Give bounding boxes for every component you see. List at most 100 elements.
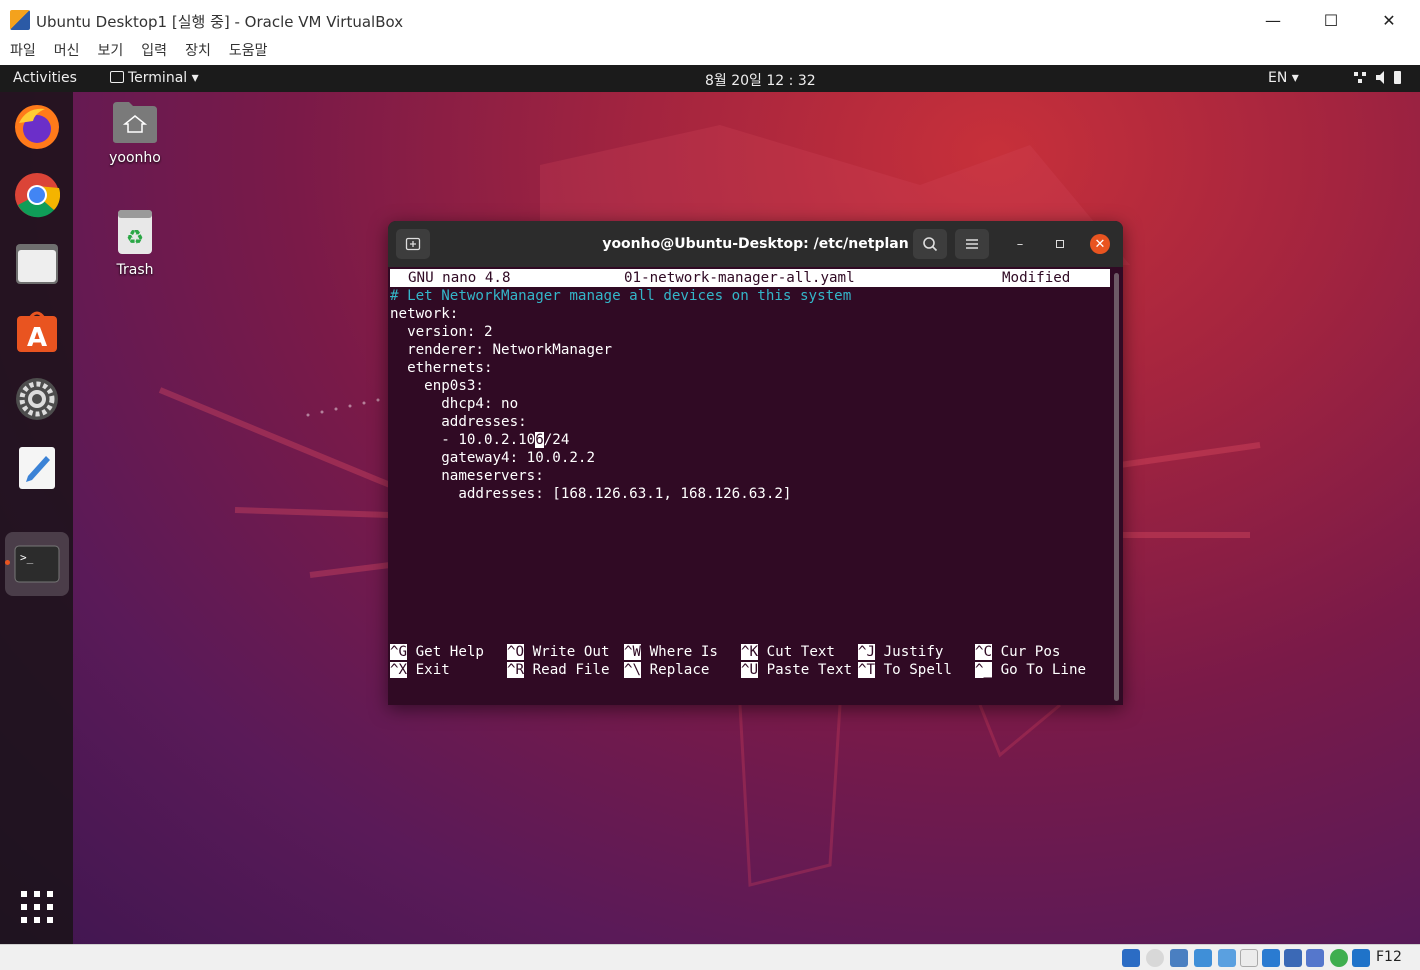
menu-input[interactable]: 입력 (141, 40, 167, 65)
terminal-close-button[interactable]: ✕ (1090, 234, 1110, 254)
menu-file[interactable]: 파일 (10, 40, 36, 65)
file-line: dhcp4: no (390, 396, 519, 412)
shortcut-key: ^_ (975, 662, 993, 678)
shared-folders-icon[interactable] (1240, 949, 1258, 967)
guest-screen[interactable]: Activities Terminal ▾ 8월 20일 12 : 32 EN … (0, 65, 1420, 944)
battery-icon (1394, 71, 1401, 84)
shortcut-label: To Spell (883, 662, 952, 678)
shortcut-key: ^T (858, 662, 876, 678)
hard-disk-icon[interactable] (1122, 949, 1140, 967)
chrome-icon[interactable] (12, 170, 62, 220)
terminal-small-icon (110, 71, 124, 83)
home-folder-icon (113, 102, 157, 143)
minimize-icon: – (1016, 236, 1024, 252)
addr-text: - 10.0.2.10 (390, 432, 536, 448)
host-statusbar: F12 (0, 944, 1420, 970)
svg-text:A: A (27, 323, 47, 353)
close-button[interactable]: ✕ (1360, 0, 1418, 40)
ubuntu-dock: A >_ (0, 92, 73, 944)
shortcut-key: ^O (507, 644, 525, 660)
menu-machine[interactable]: 머신 (54, 40, 80, 65)
network-adapter-icon[interactable] (1194, 949, 1212, 967)
nano-editor[interactable]: GNU nano 4.8 01-network-manager-all.yaml M… (390, 269, 1110, 503)
host-key-label: F12 (1376, 949, 1402, 965)
activities-button[interactable]: Activities (13, 70, 77, 86)
file-line: ethernets: (390, 360, 493, 376)
file-line: version: 2 (390, 324, 493, 340)
addr-text: /24 (543, 432, 570, 448)
shortcut-label: Go To Line (1000, 662, 1087, 678)
file-line: gateway4: 10.0.2.2 (390, 450, 595, 466)
terminal-scrollbar[interactable] (1114, 273, 1119, 701)
desktop-trash[interactable]: ♻ Trash (95, 208, 175, 278)
shortcut-label: Paste Text (766, 662, 853, 678)
hamburger-menu-button[interactable] (955, 229, 989, 259)
settings-icon[interactable] (12, 374, 62, 424)
video-capture-icon[interactable] (1284, 949, 1302, 967)
menu-view[interactable]: 보기 (98, 40, 124, 65)
language-selector[interactable]: EN ▾ (1268, 70, 1299, 86)
system-menu[interactable] (1354, 70, 1414, 90)
shortcut-key: ^U (741, 662, 759, 678)
terminal-minimize-button[interactable]: – (1010, 234, 1030, 254)
menu-devices[interactable]: 장치 (185, 40, 211, 65)
shortcut-label: Justify (883, 644, 944, 660)
maximize-icon (1056, 240, 1064, 248)
shortcut-label: Exit (415, 662, 450, 678)
clock[interactable]: 8월 20일 12 : 32 (705, 70, 816, 90)
terminal-maximize-button[interactable] (1050, 234, 1070, 254)
home-folder-label: yoonho (109, 150, 161, 166)
trash-icon: ♻ (118, 210, 152, 254)
maximize-button[interactable]: ☐ (1302, 0, 1360, 40)
minimize-button[interactable]: — (1244, 0, 1302, 40)
volume-icon (1376, 71, 1384, 84)
audio-icon[interactable] (1170, 949, 1188, 967)
host-menubar: 파일 머신 보기 입력 장치 도움말 (0, 40, 1420, 65)
show-applications-icon[interactable] (12, 882, 62, 932)
nano-version: GNU nano 4.8 (408, 270, 511, 286)
chevron-down-icon: ▾ (1291, 70, 1299, 86)
shortcut-label: Replace (649, 662, 710, 678)
search-icon (923, 237, 938, 252)
firefox-icon[interactable] (12, 102, 62, 152)
terminal-headerbar[interactable]: yoonho@Ubuntu-Desktop: /etc/netplan – ✕ (388, 221, 1123, 267)
terminal-window[interactable]: yoonho@Ubuntu-Desktop: /etc/netplan – ✕ … (388, 221, 1123, 705)
shortcut-key: ^C (975, 644, 993, 660)
shortcut-label: Where Is (649, 644, 718, 660)
file-line: renderer: NetworkManager (390, 342, 613, 358)
svg-text:♻: ♻ (126, 225, 144, 249)
trash-label: Trash (116, 262, 154, 278)
usb-icon[interactable] (1218, 949, 1236, 967)
terminal-app-menu[interactable]: Terminal ▾ (110, 70, 199, 86)
svg-text:>_: >_ (20, 551, 34, 564)
shortcut-label: Read File (532, 662, 610, 678)
file-line: nameservers: (390, 468, 544, 484)
mouse-integration-icon[interactable] (1330, 949, 1348, 967)
optical-drive-icon[interactable] (1146, 949, 1164, 967)
keyboard-capture-icon[interactable] (1352, 949, 1370, 967)
text-editor-icon[interactable] (12, 442, 62, 492)
file-line-cursor: - 10.0.2.106/24 (390, 431, 1110, 449)
file-line: network: (390, 306, 459, 322)
menu-help[interactable]: 도움말 (229, 40, 268, 65)
software-center-icon[interactable]: A (12, 306, 62, 356)
shortcut-key: ^\ (624, 662, 642, 678)
desktop-home-folder[interactable]: yoonho (95, 100, 175, 166)
files-icon[interactable] (12, 238, 62, 288)
nano-status: Modified (1002, 270, 1071, 286)
terminal-icon[interactable]: >_ (12, 539, 62, 589)
virtualization-icon[interactable] (1306, 949, 1324, 967)
network-icon (1354, 72, 1358, 76)
display-icon[interactable] (1262, 949, 1280, 967)
file-line: addresses: [168.126.63.1, 168.126.63.2] (390, 486, 792, 502)
file-line: enp0s3: (390, 378, 484, 394)
nano-filename: 01-network-manager-all.yaml (624, 270, 855, 286)
shortcut-row: ^X Exit ^R Read File ^\ Replace ^U Paste Te… (390, 661, 1110, 679)
virtualbox-logo-icon (10, 10, 30, 30)
ubuntu-topbar: Activities Terminal ▾ 8월 20일 12 : 32 EN … (0, 65, 1420, 92)
close-icon: ✕ (1094, 236, 1106, 252)
search-button[interactable] (913, 229, 947, 259)
nano-title-bar: GNU nano 4.8 01-network-manager-all.yaml M… (390, 269, 1110, 287)
shortcut-key: ^J (858, 644, 876, 660)
host-titlebar: Ubuntu Desktop1 [실행 중] - Oracle VM Virtu… (0, 0, 1420, 40)
